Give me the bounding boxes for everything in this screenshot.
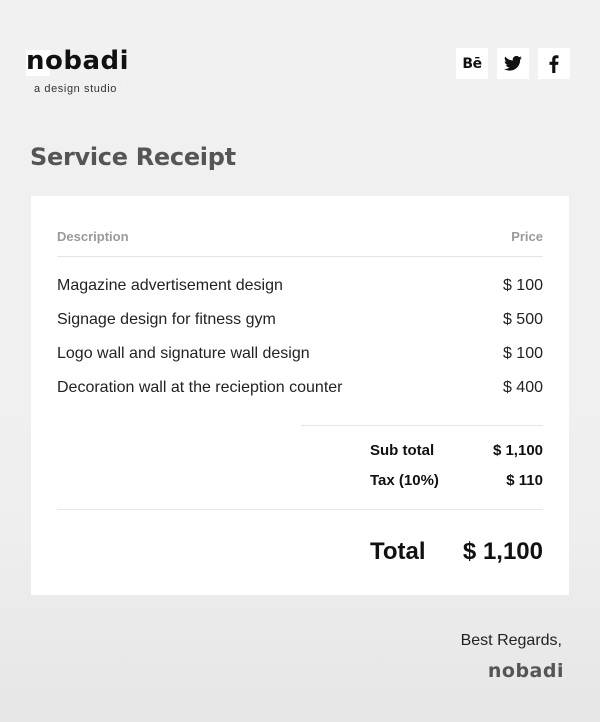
total-label: Total [370,538,426,565]
closing-text: Best Regards, [460,632,562,649]
table-row: Magazine advertisement design $ 100 [57,277,543,311]
item-description: Signage design for fitness gym [57,311,276,328]
table-row: Decoration wall at the recieption counte… [57,379,543,413]
tax-label: Tax (10%) [370,472,439,489]
social-links: Bē [456,48,570,79]
item-price: $ 100 [502,277,543,294]
total-divider [57,509,543,510]
subtotal-divider [301,425,543,426]
facebook-icon [549,54,559,73]
brand-tagline: a design studio [34,83,117,95]
behance-button[interactable]: Bē [456,48,488,79]
facebook-button[interactable] [538,48,570,79]
behance-icon: Bē [462,55,482,72]
tax-value: $ 110 [506,472,543,489]
item-price: $ 100 [502,345,543,362]
column-header-price: Price [511,229,543,244]
brand-name: nobadi [26,46,130,76]
total-value: $ 1,100 [462,538,543,565]
subtotal-value: $ 1,100 [492,442,543,459]
table-header: Description Price [57,229,543,257]
column-header-description: Description [57,229,129,244]
receipt-card: Description Price Magazine advertisement… [31,196,569,595]
item-description: Magazine advertisement design [57,277,283,294]
item-price: $ 500 [502,311,543,328]
signature: nobadi [487,660,564,682]
twitter-button[interactable] [497,48,529,79]
table-row: Signage design for fitness gym $ 500 [57,311,543,345]
page-title: Service Receipt [30,143,236,171]
item-price: $ 400 [502,379,543,396]
brand-logo[interactable]: nobadi [26,46,129,76]
subtotal-label: Sub total [370,442,435,459]
line-items: Magazine advertisement design $ 100 Sign… [57,277,543,413]
table-row: Logo wall and signature wall design $ 10… [57,345,543,379]
item-description: Decoration wall at the recieption counte… [57,379,343,396]
item-description: Logo wall and signature wall design [57,345,310,362]
twitter-icon [504,56,522,71]
